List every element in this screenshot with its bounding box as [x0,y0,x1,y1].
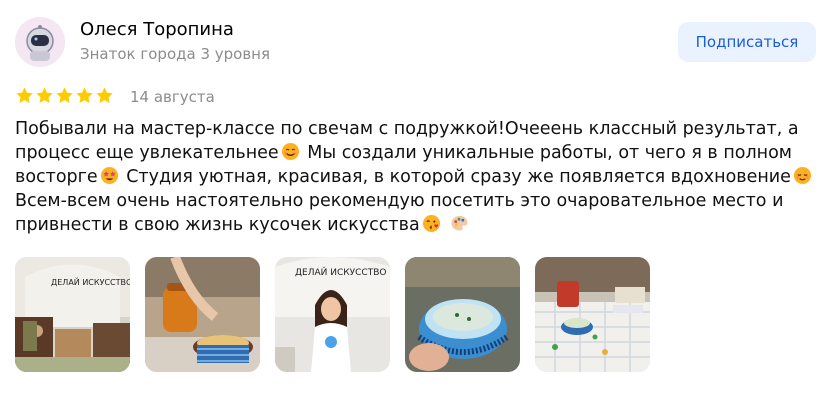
rating-stars [15,86,114,105]
review-photo[interactable] [535,257,650,372]
review-date: 14 августа [130,88,215,106]
review-photo[interactable]: ДЕЛАЙ ИСКУССТВО [15,257,130,372]
photo-caption: ДЕЛАЙ ИСКУССТВО [51,276,130,287]
star-icon [36,87,53,103]
relieved-face-icon [793,166,812,185]
astronaut-icon [15,17,65,67]
review-photo[interactable] [145,257,260,372]
review-text-part: Студия уютная, красивая, в которой сразу… [120,167,791,187]
star-icon [96,87,113,103]
review-text-part [443,215,449,235]
star-struck-face-icon [100,166,118,185]
star-icon [16,87,33,103]
photo-gallery: ДЕЛАЙ ИСКУССТВО ДЕЛАЙ ИСКУССТВО [15,257,650,372]
review-photo[interactable] [405,257,520,372]
face-blowing-kiss-icon [422,214,440,233]
avatar[interactable] [15,17,65,67]
subscribe-button[interactable]: Подписаться [678,22,816,62]
author-level: Знаток города 3 уровня [80,45,271,63]
photo-caption: ДЕЛАЙ ИСКУССТВО [295,266,386,278]
star-icon [76,87,93,103]
review-photo[interactable]: ДЕЛАЙ ИСКУССТВО [275,257,390,372]
author-name[interactable]: Олеся Торопина [80,19,234,40]
artist-palette-icon [451,215,468,231]
star-icon [56,87,73,103]
review-text: Побывали на мастер-классе по свечам с по… [15,117,820,237]
smiling-face-icon [281,142,299,161]
